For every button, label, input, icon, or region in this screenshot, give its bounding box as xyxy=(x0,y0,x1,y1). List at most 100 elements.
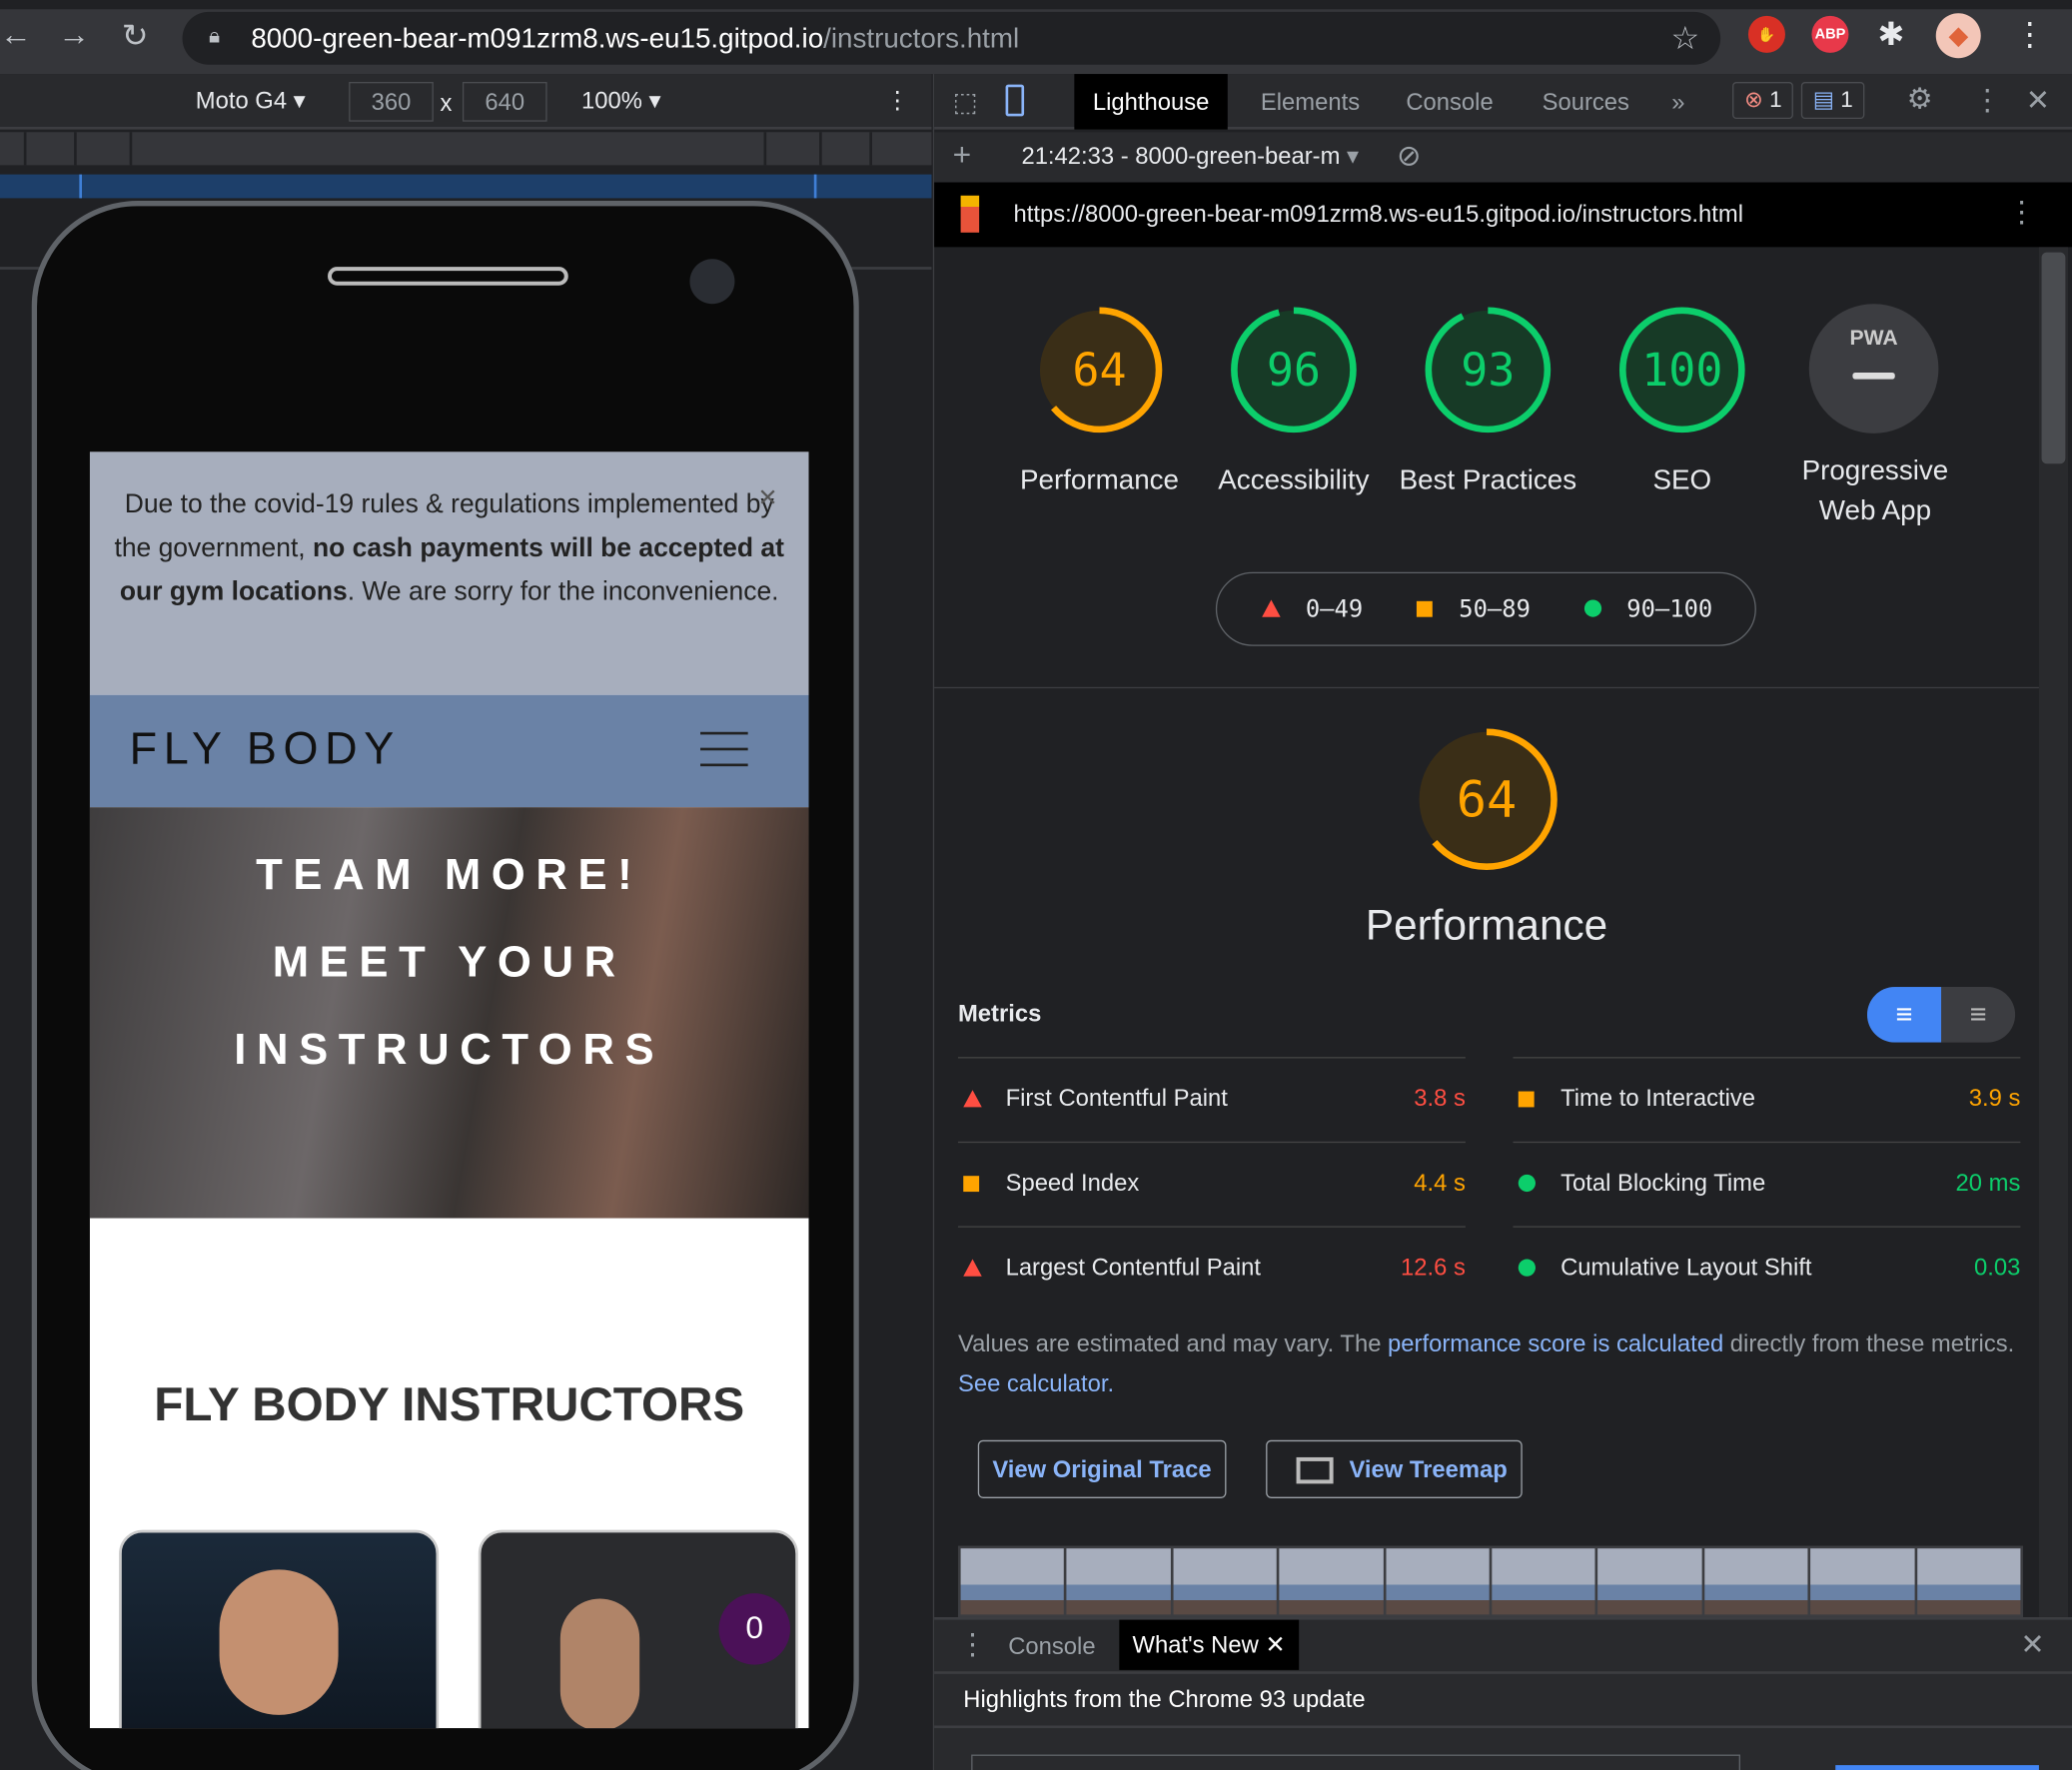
tab-console[interactable]: Console xyxy=(1388,74,1512,130)
banner-text-end: . We are sorry for the inconvenience. xyxy=(347,577,779,607)
profile-avatar[interactable]: ◆ xyxy=(1935,13,1981,59)
address-bar[interactable]: 🔒︎ 8000-green-bear-m091zrm8.ws-eu15.gitp… xyxy=(182,11,1721,65)
pwa-badge-icon: PWA xyxy=(1808,304,1939,434)
instructor-card[interactable] xyxy=(119,1529,440,1729)
error-count-button[interactable]: ⊗ 1 xyxy=(1732,82,1794,120)
pass-rating-icon xyxy=(1518,1174,1536,1193)
device-toolbar: Moto G4 ▾ 360 x 640 100% ▾ ⋮ xyxy=(0,74,932,130)
banner-close-icon[interactable]: × xyxy=(758,475,777,519)
gauge-score: 100 xyxy=(1641,344,1722,397)
score-gauge-seo[interactable]: 100 SEO xyxy=(1616,304,1748,500)
gauge-ring: 64 xyxy=(1036,307,1163,434)
see-calculator-link[interactable]: See calculator. xyxy=(958,1370,1114,1396)
tab-strip xyxy=(0,0,2072,10)
back-icon[interactable]: ← xyxy=(0,17,32,54)
drawer-tab-console[interactable]: Console xyxy=(1008,1633,1095,1661)
devtools-tabbar: ⬚ Lighthouse Elements Console Sources » … xyxy=(934,74,2072,130)
phone-speaker xyxy=(328,267,568,286)
forward-icon[interactable]: → xyxy=(58,17,90,54)
view-treemap-button[interactable]: View Treemap xyxy=(1266,1439,1523,1498)
message-count-button[interactable]: ▤ 1 xyxy=(1800,82,1865,120)
metric-value: 4.4 s xyxy=(1414,1169,1466,1197)
average-rating-icon xyxy=(1518,1091,1535,1108)
metric-name: Speed Index xyxy=(1005,1169,1140,1197)
device-toggle-icon[interactable] xyxy=(1005,84,1025,117)
close-tab-icon[interactable]: ✕ xyxy=(1265,1632,1285,1658)
score-calculated-link[interactable]: performance score is calculated xyxy=(1388,1330,1723,1356)
zoom-select[interactable]: 100% ▾ xyxy=(581,87,660,115)
pwa-badge-text: PWA xyxy=(1849,328,1898,351)
metric-value: 20 ms xyxy=(1955,1169,2021,1197)
metric-name: Cumulative Layout Shift xyxy=(1560,1254,1812,1281)
reload-icon[interactable]: ↻ xyxy=(122,17,149,55)
gauge-score: 96 xyxy=(1267,344,1321,397)
close-drawer-icon[interactable]: ✕ xyxy=(2020,1628,2044,1662)
covid-banner: Due to the covid-19 rules & regulations … xyxy=(89,451,809,695)
metric-value: 12.6 s xyxy=(1401,1254,1466,1281)
block-extension-icon[interactable]: ✋ xyxy=(1747,15,1785,53)
adblock-extension-icon[interactable]: ABP xyxy=(1811,15,1849,53)
devtools-menu-icon[interactable]: ⋮ xyxy=(1973,83,2002,117)
hero-line: MEET YOUR xyxy=(272,936,626,986)
metric-value: 3.8 s xyxy=(1414,1084,1466,1112)
lighthouse-logo-icon xyxy=(960,195,980,233)
expanded-view-icon[interactable]: ≡ xyxy=(1941,987,2015,1043)
width-input[interactable]: 360 xyxy=(349,82,434,122)
emulated-page[interactable]: Due to the covid-19 rules & regulations … xyxy=(89,451,809,1729)
report-menu-icon[interactable]: ⋮ xyxy=(2007,196,2036,230)
section-title: FLY BODY INSTRUCTORS xyxy=(154,1376,745,1431)
settings-gear-icon[interactable]: ⚙ xyxy=(1907,82,1933,116)
site-logo[interactable]: FLY BODY xyxy=(130,724,401,776)
compact-view-icon[interactable]: ≡ xyxy=(1866,987,1942,1043)
hero-image: TEAM MORE! MEET YOUR INSTRUCTORS xyxy=(89,807,809,1219)
report-scrollbar[interactable] xyxy=(2038,247,2069,1617)
gauge-score: 64 xyxy=(1072,344,1126,397)
metric-name: Time to Interactive xyxy=(1560,1084,1756,1112)
gauge-ring: 93 xyxy=(1425,307,1552,434)
metric-row: Speed Index 4.4 s xyxy=(957,1141,1466,1225)
pwa-gauge[interactable]: PWA Progressive Web App xyxy=(1802,304,1948,531)
tab-lighthouse[interactable]: Lighthouse xyxy=(1074,74,1228,130)
performance-big-gauge: 64 xyxy=(1416,728,1557,870)
hamburger-menu-icon[interactable] xyxy=(700,731,748,767)
category-title: Performance xyxy=(1365,901,1608,949)
height-input[interactable]: 640 xyxy=(462,82,547,122)
legend-mid: 50–89 xyxy=(1459,595,1531,624)
whats-new-label: What's New xyxy=(1132,1631,1259,1658)
tab-elements[interactable]: Elements xyxy=(1242,74,1378,130)
message-icon: ▤ xyxy=(1812,87,1834,113)
report-url[interactable]: https://8000-green-bear-m091zrm8.ws-eu15… xyxy=(1014,201,1743,229)
inspect-element-icon[interactable]: ⬚ xyxy=(953,86,978,119)
media-query-ruler[interactable] xyxy=(0,132,932,166)
tab-sources[interactable]: Sources xyxy=(1524,74,1647,130)
device-select[interactable]: Moto G4 ▾ xyxy=(196,87,306,115)
media-query-bar[interactable] xyxy=(0,174,932,199)
extensions-puzzle-icon[interactable]: ✱ xyxy=(1878,16,1905,54)
new-report-icon[interactable]: + xyxy=(953,138,972,175)
close-devtools-icon[interactable]: ✕ xyxy=(2026,83,2050,117)
score-gauge-accessibility[interactable]: 96 Accessibility xyxy=(1218,304,1370,500)
metric-row: First Contentful Paint 3.8 s xyxy=(957,1057,1466,1140)
chrome-menu-icon[interactable]: ⋮ xyxy=(2014,16,2046,54)
cart-count-badge[interactable]: 0 xyxy=(718,1593,790,1665)
instructor-photo xyxy=(559,1598,640,1729)
error-icon: ⊗ xyxy=(1743,87,1763,113)
divider xyxy=(934,686,2039,689)
score-gauge-best-practices[interactable]: 93 Best Practices xyxy=(1400,304,1576,500)
view-original-trace-button[interactable]: View Original Trace xyxy=(977,1439,1227,1498)
phone-camera xyxy=(689,259,735,305)
bookmark-star-icon[interactable]: ☆ xyxy=(1671,20,1699,58)
gauge-ring: 100 xyxy=(1618,307,1745,434)
more-tabs-icon[interactable]: » xyxy=(1653,74,1703,130)
report-selector[interactable]: 21:42:33 - 8000-green-bear-m ▾ xyxy=(1021,143,1359,171)
hero-line: TEAM MORE! xyxy=(256,849,643,899)
pass-rating-icon xyxy=(1518,1259,1536,1277)
average-square-icon xyxy=(1416,600,1433,617)
drawer-menu-icon[interactable]: ⋮ xyxy=(958,1628,987,1662)
drawer-tab-whats-new[interactable]: What's New ✕ xyxy=(1119,1619,1299,1670)
device-more-icon[interactable]: ⋮ xyxy=(885,87,909,115)
metrics-view-toggle[interactable]: ≡ ≡ xyxy=(1866,987,2016,1043)
pass-circle-icon xyxy=(1583,599,1602,617)
clear-reports-icon[interactable]: ⊘ xyxy=(1397,139,1421,173)
score-gauge-performance[interactable]: 64 Performance xyxy=(1020,304,1179,500)
